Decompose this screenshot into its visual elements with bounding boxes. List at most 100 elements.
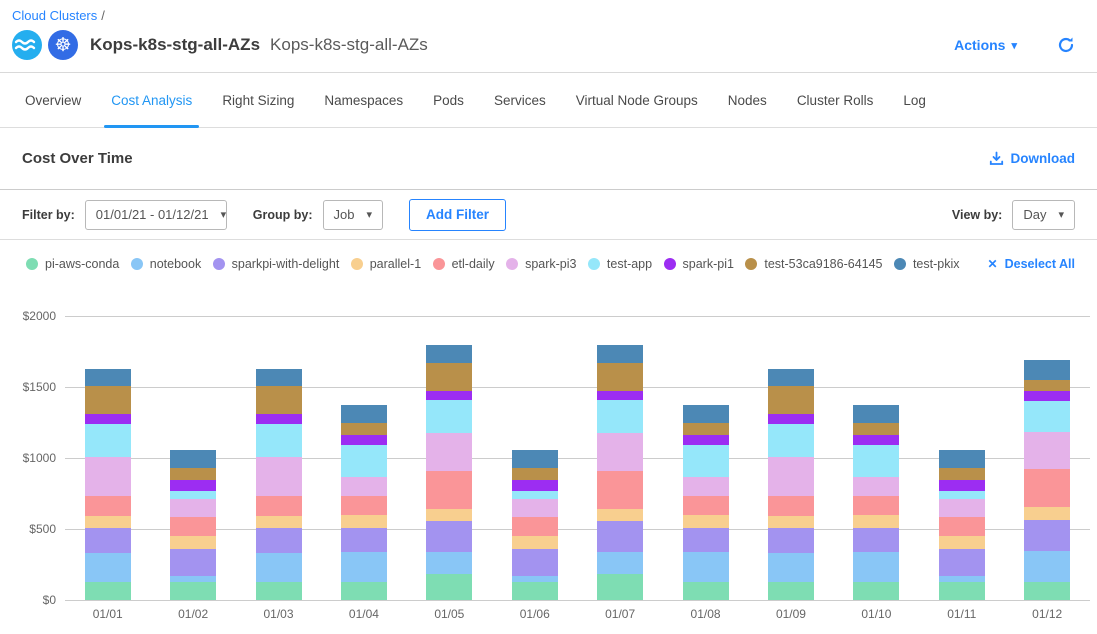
legend-item-spark-pi1[interactable]: spark-pi1 — [664, 257, 734, 271]
bar-01-12[interactable] — [1024, 360, 1070, 600]
bar-segment-sparkpi-with-delight[interactable] — [768, 528, 814, 553]
bar-segment-test-pkix[interactable] — [1024, 360, 1070, 380]
bar-01-05[interactable] — [426, 345, 472, 600]
bar-segment-sparkpi-with-delight[interactable] — [1024, 520, 1070, 551]
bar-segment-test-app[interactable] — [341, 445, 387, 477]
bar-01-07[interactable] — [597, 345, 643, 600]
bar-segment-notebook[interactable] — [768, 553, 814, 581]
bar-segment-sparkpi-with-delight[interactable] — [426, 521, 472, 552]
bar-segment-parallel-1[interactable] — [426, 509, 472, 520]
bar-segment-etl-daily[interactable] — [85, 496, 131, 515]
tab-namespaces[interactable]: Namespaces — [309, 73, 418, 127]
bar-segment-spark-pi3[interactable] — [683, 477, 729, 495]
bar-segment-spark-pi3[interactable] — [256, 457, 302, 497]
bar-segment-spark-pi1[interactable] — [341, 435, 387, 445]
bar-segment-sparkpi-with-delight[interactable] — [597, 521, 643, 552]
bar-segment-notebook[interactable] — [85, 553, 131, 581]
bar-segment-pi-aws-conda[interactable] — [939, 582, 985, 600]
bar-segment-test-pkix[interactable] — [512, 450, 558, 468]
bar-segment-spark-pi1[interactable] — [939, 480, 985, 491]
tab-virtual-node-groups[interactable]: Virtual Node Groups — [561, 73, 713, 127]
legend-item-spark-pi3[interactable]: spark-pi3 — [506, 257, 576, 271]
bar-segment-test-app[interactable] — [256, 424, 302, 457]
actions-button[interactable]: Actions ▾ — [954, 37, 1017, 53]
bar-segment-spark-pi1[interactable] — [683, 435, 729, 445]
bar-segment-test-pkix[interactable] — [939, 450, 985, 468]
bar-segment-test-53ca9186-64145[interactable] — [85, 386, 131, 414]
tab-right-sizing[interactable]: Right Sizing — [207, 73, 309, 127]
bar-segment-test-53ca9186-64145[interactable] — [939, 468, 985, 480]
bar-segment-test-53ca9186-64145[interactable] — [341, 423, 387, 435]
bar-segment-test-app[interactable] — [683, 445, 729, 477]
bar-segment-test-app[interactable] — [939, 491, 985, 499]
tab-cost-analysis[interactable]: Cost Analysis — [96, 73, 207, 127]
bar-segment-test-pkix[interactable] — [683, 405, 729, 423]
bar-segment-notebook[interactable] — [597, 552, 643, 575]
bar-segment-parallel-1[interactable] — [341, 515, 387, 528]
bar-segment-test-pkix[interactable] — [426, 345, 472, 363]
bar-segment-etl-daily[interactable] — [939, 517, 985, 536]
bar-segment-spark-pi3[interactable] — [853, 477, 899, 495]
bar-01-10[interactable] — [853, 405, 899, 600]
bar-segment-parallel-1[interactable] — [256, 516, 302, 529]
bar-segment-test-pkix[interactable] — [768, 369, 814, 386]
legend-item-notebook[interactable]: notebook — [131, 257, 201, 271]
bar-segment-test-app[interactable] — [597, 400, 643, 433]
bar-segment-spark-pi3[interactable] — [85, 457, 131, 497]
bar-segment-pi-aws-conda[interactable] — [256, 582, 302, 600]
bar-segment-sparkpi-with-delight[interactable] — [512, 549, 558, 576]
bar-segment-notebook[interactable] — [1024, 551, 1070, 582]
bar-01-04[interactable] — [341, 405, 387, 600]
tab-services[interactable]: Services — [479, 73, 561, 127]
bar-segment-notebook[interactable] — [426, 552, 472, 575]
bar-segment-spark-pi1[interactable] — [512, 480, 558, 491]
bar-segment-test-app[interactable] — [512, 491, 558, 499]
bar-segment-spark-pi1[interactable] — [597, 391, 643, 400]
add-filter-button[interactable]: Add Filter — [409, 199, 506, 231]
breadcrumb-link[interactable]: Cloud Clusters — [12, 8, 97, 23]
bar-segment-etl-daily[interactable] — [512, 517, 558, 536]
bar-segment-spark-pi3[interactable] — [939, 499, 985, 517]
deselect-all-button[interactable]: ✕ Deselect All — [988, 257, 1075, 271]
bar-segment-sparkpi-with-delight[interactable] — [85, 528, 131, 553]
bar-segment-etl-daily[interactable] — [768, 496, 814, 515]
bar-01-02[interactable] — [170, 450, 216, 600]
bar-segment-test-53ca9186-64145[interactable] — [597, 363, 643, 391]
bar-segment-sparkpi-with-delight[interactable] — [341, 528, 387, 553]
bar-segment-pi-aws-conda[interactable] — [512, 582, 558, 600]
bar-segment-spark-pi1[interactable] — [853, 435, 899, 445]
bar-segment-test-53ca9186-64145[interactable] — [1024, 380, 1070, 391]
bar-segment-notebook[interactable] — [683, 552, 729, 581]
bar-segment-pi-aws-conda[interactable] — [683, 582, 729, 600]
tab-overview[interactable]: Overview — [10, 73, 96, 127]
bar-segment-parallel-1[interactable] — [170, 536, 216, 549]
bar-segment-test-53ca9186-64145[interactable] — [768, 386, 814, 414]
bar-segment-parallel-1[interactable] — [683, 515, 729, 528]
bar-segment-parallel-1[interactable] — [853, 515, 899, 528]
bar-segment-parallel-1[interactable] — [512, 536, 558, 549]
bar-segment-etl-daily[interactable] — [597, 471, 643, 509]
bar-segment-pi-aws-conda[interactable] — [426, 574, 472, 600]
bar-segment-test-app[interactable] — [426, 400, 472, 433]
bar-segment-pi-aws-conda[interactable] — [170, 582, 216, 600]
bar-segment-spark-pi1[interactable] — [426, 391, 472, 400]
bar-segment-pi-aws-conda[interactable] — [597, 574, 643, 600]
bar-01-11[interactable] — [939, 450, 985, 600]
bar-segment-test-53ca9186-64145[interactable] — [170, 468, 216, 480]
bar-segment-test-pkix[interactable] — [341, 405, 387, 423]
bar-segment-etl-daily[interactable] — [853, 496, 899, 515]
bar-01-01[interactable] — [85, 369, 131, 600]
view-by-select[interactable]: Day ▾ — [1012, 200, 1075, 230]
bar-segment-spark-pi3[interactable] — [512, 499, 558, 517]
bar-01-03[interactable] — [256, 369, 302, 600]
bar-segment-etl-daily[interactable] — [426, 471, 472, 509]
bar-segment-spark-pi3[interactable] — [768, 457, 814, 497]
bar-segment-etl-daily[interactable] — [1024, 469, 1070, 507]
bar-01-06[interactable] — [512, 450, 558, 600]
bar-segment-spark-pi1[interactable] — [85, 414, 131, 424]
legend-item-pi-aws-conda[interactable]: pi-aws-conda — [26, 257, 119, 271]
tab-cluster-rolls[interactable]: Cluster Rolls — [782, 73, 889, 127]
bar-segment-test-53ca9186-64145[interactable] — [426, 363, 472, 391]
bar-segment-etl-daily[interactable] — [683, 496, 729, 515]
legend-item-sparkpi-with-delight[interactable]: sparkpi-with-delight — [213, 257, 340, 271]
